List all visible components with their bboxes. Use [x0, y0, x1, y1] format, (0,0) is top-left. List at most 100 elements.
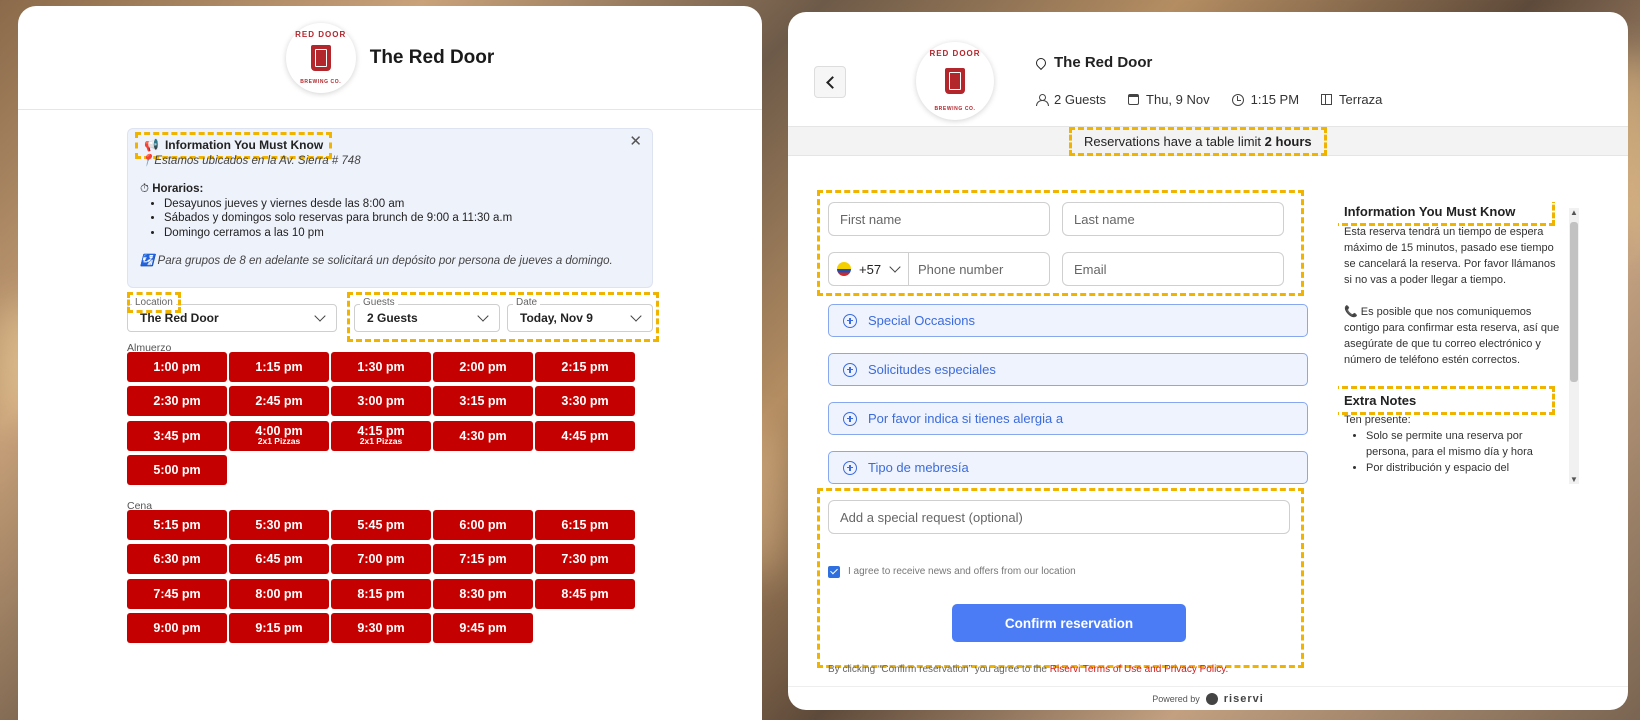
time-slot-label: 2:45 pm [255, 394, 303, 409]
time-slot-label: 7:30 pm [561, 552, 609, 567]
time-slot-button[interactable]: 3:30 pm [535, 386, 635, 417]
scroll-up-icon[interactable]: ▲ [1570, 208, 1578, 217]
time-slot-button[interactable]: 3:15 pm [433, 386, 533, 417]
person-icon [1036, 93, 1049, 106]
date-value: Today, Nov 9 [520, 311, 593, 325]
megaphone-icon: 📢 [144, 138, 159, 152]
beer-glass-icon [310, 44, 331, 71]
booking-date: Thu, 9 Nov [1146, 92, 1210, 107]
side-info-title: Information You Must Know [1338, 202, 1555, 226]
beer-glass-icon [945, 68, 965, 94]
hours-item: Sábados y domingos solo reservas para br… [164, 211, 640, 226]
time-slot-label: 5:45 pm [357, 518, 405, 532]
time-slot-button[interactable]: 4:30 pm [433, 420, 533, 451]
booking-restaurant: The Red Door [1033, 54, 1152, 71]
extra-notes-title: Extra Notes [1338, 386, 1555, 415]
news-consent-checkbox[interactable] [828, 566, 840, 578]
time-slot-button[interactable]: 4:15 pm 2x1 Pizzas [331, 420, 431, 451]
time-slot-button[interactable]: 2:30 pm [127, 386, 227, 417]
accordion-membership[interactable]: Tipo de mebresía [828, 451, 1308, 484]
time-slot-button[interactable]: 5:15 pm [127, 510, 227, 540]
guests-value: 2 Guests [367, 311, 418, 325]
country-code: +57 [859, 261, 882, 277]
booking-time: 1:15 PM [1250, 92, 1300, 107]
time-slot-button[interactable]: 5:00 pm [127, 454, 227, 485]
phone-field[interactable]: +57 Phone number [828, 252, 1050, 286]
terms-link[interactable]: Riservi Terms of Use and Privacy Policy. [1050, 664, 1229, 675]
time-slot-button[interactable]: 6:30 pm [127, 544, 227, 575]
time-slot-button[interactable]: 9:30 pm [331, 612, 431, 643]
table-limit-prefix: Reservations have a table limit [1084, 134, 1262, 149]
time-slot-button[interactable]: 6:15 pm [535, 510, 635, 540]
table-limit-value: 2 hours [1264, 134, 1312, 149]
time-slot-button[interactable]: 5:45 pm [331, 510, 431, 540]
plus-circle-icon [843, 411, 857, 426]
time-slot-label: 1:30 pm [357, 360, 405, 374]
time-slot-label: 2:15 pm [561, 360, 609, 374]
time-slot-button[interactable]: 1:30 pm [331, 352, 431, 382]
time-slot-button[interactable]: 8:15 pm [331, 578, 431, 609]
time-slot-button[interactable]: 3:00 pm [331, 386, 431, 417]
time-slot-label: 7:00 pm [357, 552, 405, 567]
time-slot-button[interactable]: 1:00 pm [127, 352, 227, 382]
terms-prefix: By clicking “Confirm reservation” you ag… [828, 664, 1047, 675]
time-slot-button[interactable]: 7:45 pm [127, 578, 227, 609]
confirm-reservation-button[interactable]: Confirm reservation [952, 604, 1186, 642]
reservation-form-panel: RED DOOR BREWING CO. The Red Door 2 Gues… [788, 12, 1628, 710]
scrollbar-thumb[interactable] [1570, 222, 1578, 382]
time-slot-button[interactable]: 9:00 pm [127, 612, 227, 643]
accordion-label: Special Occasions [868, 313, 975, 328]
time-slot-label: 2:00 pm [459, 360, 507, 374]
date-label: Date [513, 297, 541, 308]
guests-select[interactable]: 2 Guests [354, 304, 500, 332]
time-slot-button[interactable]: 9:45 pm [433, 612, 533, 643]
last-name-field[interactable]: Last name [1062, 202, 1284, 236]
time-slot-button[interactable]: 6:45 pm [229, 544, 329, 575]
time-slot-label: 3:30 pm [561, 394, 609, 409]
booking-guests: 2 Guests [1054, 92, 1107, 107]
side-info-text: Esta reserva tendrá un tiempo de espera … [1344, 224, 1560, 368]
scroll-down-icon[interactable]: ▼ [1570, 475, 1578, 484]
accordion-special-occasions[interactable]: Special Occasions [828, 304, 1308, 337]
colombia-flag-icon [837, 262, 851, 276]
side-info-scrollbar[interactable]: ▲ ▼ [1569, 208, 1579, 484]
time-slot-button[interactable]: 5:30 pm [229, 510, 329, 540]
time-slot-button[interactable]: 4:45 pm [535, 420, 635, 451]
time-slot-label: 8:30 pm [459, 586, 507, 601]
time-slot-button[interactable]: 2:45 pm [229, 386, 329, 417]
time-slot-button[interactable]: 2:00 pm [433, 352, 533, 382]
time-slot-button[interactable]: 6:00 pm [433, 510, 533, 540]
special-request-field[interactable]: Add a special request (optional) [828, 500, 1290, 534]
time-slot-button[interactable]: 4:00 pm 2x1 Pizzas [229, 420, 329, 451]
first-name-field[interactable]: First name [828, 202, 1050, 236]
booking-summary: 2 Guests Thu, 9 Nov 1:15 PM Terraza [1036, 92, 1404, 107]
time-slot-label: 4:45 pm [561, 428, 609, 443]
location-select[interactable]: The Red Door [127, 304, 337, 332]
close-icon[interactable]: ✕ [629, 134, 642, 150]
accordion-allergies[interactable]: Por favor indica si tienes alergia a [828, 402, 1308, 435]
clock-icon [1231, 93, 1244, 106]
time-slot-button[interactable]: 7:15 pm [433, 544, 533, 575]
time-slot-button[interactable]: 8:30 pm [433, 578, 533, 609]
accordion-special-requests[interactable]: Solicitudes especiales [828, 353, 1308, 386]
time-slot-button[interactable]: 9:15 pm [229, 612, 329, 643]
time-slot-button[interactable]: 8:45 pm [535, 578, 635, 609]
time-slot-button[interactable]: 3:45 pm [127, 420, 227, 451]
plus-circle-icon [843, 460, 857, 475]
chevron-down-icon [477, 310, 489, 322]
time-slot-button[interactable]: 2:15 pm [535, 352, 635, 382]
time-slot-button[interactable]: 7:30 pm [535, 544, 635, 575]
email-field[interactable]: Email [1062, 252, 1284, 286]
country-code-select[interactable]: +57 [829, 253, 909, 285]
time-slot-button[interactable]: 7:00 pm [331, 544, 431, 575]
plus-circle-icon [843, 362, 857, 377]
logo-top-text: RED DOOR [295, 29, 347, 39]
time-slot-label: 4:30 pm [459, 428, 507, 443]
time-slot-label: 9:30 pm [357, 620, 405, 635]
chevron-down-icon [630, 310, 642, 322]
time-slot-button[interactable]: 8:00 pm [229, 578, 329, 609]
date-select[interactable]: Today, Nov 9 [507, 304, 653, 332]
group-note: 🛂 Para grupos de 8 en adelante se solici… [140, 254, 640, 269]
back-button[interactable] [814, 66, 846, 98]
time-slot-button[interactable]: 1:15 pm [229, 352, 329, 382]
